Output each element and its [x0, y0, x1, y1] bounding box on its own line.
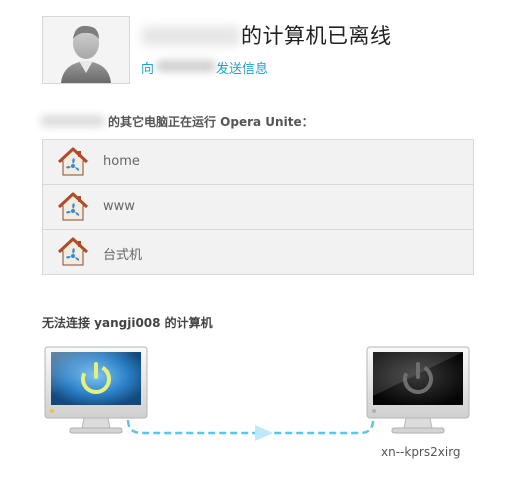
device-item[interactable]: 台式机 — [43, 230, 473, 274]
page-title: 的计算机已离线 — [241, 24, 392, 48]
local-computer-monitor — [44, 346, 148, 434]
connection-heading: 无法连接 yangji008 的计算机 — [42, 316, 213, 330]
device-label: 台式机 — [103, 248, 143, 263]
unite-house-icon — [57, 192, 89, 222]
unite-house-icon — [57, 237, 89, 267]
other-computers-heading: 的其它电脑正在运行 Opera Unite： — [108, 115, 314, 129]
device-item[interactable]: home — [43, 140, 473, 185]
redacted-username-small — [156, 60, 216, 72]
user-silhouette-icon — [61, 25, 111, 83]
arrow-icon — [255, 425, 273, 441]
remote-hostname: xn--kprs2xirg — [381, 445, 461, 459]
user-avatar — [42, 16, 130, 84]
device-label: www — [103, 199, 135, 214]
device-label: home — [103, 154, 140, 169]
device-item[interactable]: www — [43, 185, 473, 230]
device-list: home www 台式机 — [42, 139, 474, 275]
unite-house-icon — [57, 147, 89, 177]
remote-computer-monitor — [366, 346, 470, 434]
send-message-link[interactable]: 发送信息 — [216, 58, 268, 77]
send-message-prefix: 向 — [141, 62, 155, 77]
